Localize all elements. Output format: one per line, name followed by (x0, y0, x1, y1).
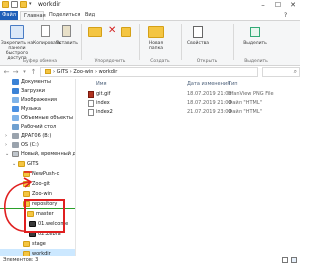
new-folder-button[interactable]: Новая папка (141, 41, 171, 51)
pin-label: Закрепить на панели (0, 41, 34, 51)
select-icon[interactable] (250, 27, 260, 37)
minimize-button[interactable]: – (256, 0, 270, 10)
pin-icon[interactable] (10, 25, 24, 39)
3d-objects-icon (12, 115, 19, 121)
up-arrow-icon[interactable]: ↑ (29, 68, 38, 77)
nav-item-stage[interactable]: stage (0, 239, 75, 249)
new-folder-quick-icon[interactable] (20, 1, 27, 9)
delete-icon[interactable]: ✕ (108, 25, 116, 37)
create-group-label: Создать (150, 59, 170, 64)
ribbon-tabs: Файл Главная Поделиться Вид ? (0, 11, 300, 20)
details-view-icon[interactable] (282, 257, 288, 263)
paste-button[interactable]: Вставить (56, 41, 78, 46)
window-title: workdir (38, 1, 61, 8)
address-separator: › (69, 69, 72, 75)
file-name: index (96, 100, 110, 106)
properties-icon[interactable] (193, 26, 203, 38)
customize-toolbar-icon[interactable]: ▾ (29, 1, 36, 9)
ribbon-separator (181, 24, 182, 60)
organize-group-label: Упорядочить (94, 59, 126, 64)
status-bar: Элементов: 3 (0, 256, 300, 265)
gif-file-icon (88, 91, 94, 98)
file-list: Имя Дата изменения Тип git.gif 18.07.201… (76, 79, 300, 256)
file-type: Файл "HTML" (228, 109, 262, 115)
new-folder-label-2: папка (148, 46, 164, 51)
file-date: 18.07.2019 21:09 (187, 100, 232, 106)
nav-item-drive-e[interactable]: ⌄ Новый, временный диск (E:) (0, 149, 75, 159)
breadcrumb-zoo-win[interactable]: Zoo-win (73, 69, 93, 75)
file-name: git.gif (96, 91, 111, 97)
collapse-chevron-icon[interactable]: ⌄ (5, 149, 9, 159)
ribbon: Закрепить на панели быстрого доступа Коп… (0, 20, 300, 66)
folder-icon (2, 1, 9, 9)
search-icon: ⌕ (293, 68, 297, 75)
pin-to-quick-access-button[interactable]: Закрепить на панели быстрого доступа (0, 41, 34, 61)
properties-button[interactable]: Свойства (183, 41, 213, 46)
file-row[interactable]: git.gif 18.07.2019 21:08 IrfanView PNG F… (76, 90, 300, 99)
tab-view[interactable]: Вид (82, 11, 98, 20)
ribbon-separator (139, 24, 140, 60)
open-group-label: Открыть (196, 59, 218, 64)
folder-icon (45, 69, 51, 74)
file-type: Файл "HTML" (228, 100, 262, 106)
copy-icon[interactable] (41, 25, 50, 37)
html-file-icon (88, 109, 94, 116)
address-field[interactable]: › GITS › Zoo-win › workdir (40, 67, 258, 77)
select-button[interactable]: Выделить (238, 41, 272, 46)
breadcrumb-gits[interactable]: GITS (57, 69, 69, 75)
ribbon-separator (81, 24, 82, 60)
breadcrumb-workdir[interactable]: workdir (99, 69, 118, 75)
nav-item-gits[interactable]: ⌄ GITS (0, 159, 75, 169)
help-icon[interactable]: ? (281, 11, 290, 20)
drive-icon (12, 142, 19, 148)
disk-icon (12, 151, 19, 157)
forward-arrow-icon[interactable]: → (11, 68, 20, 77)
rename-icon[interactable] (121, 27, 131, 37)
desktop-icon (12, 124, 19, 130)
move-to-icon[interactable] (88, 27, 102, 37)
title-bar: ▾ workdir – ☐ ✕ (0, 0, 300, 11)
item-count: Элементов: 3 (3, 257, 39, 263)
maximize-button[interactable]: ☐ (271, 0, 285, 10)
nav-item-workdir[interactable]: workdir (0, 249, 75, 256)
tab-share[interactable]: Поделиться (46, 11, 83, 20)
ribbon-separator (233, 24, 234, 60)
new-folder-icon[interactable] (148, 26, 164, 38)
file-type: IrfanView PNG File (228, 91, 274, 97)
file-date: 18.07.2019 21:08 (187, 91, 232, 97)
tab-home[interactable]: Главная (20, 11, 46, 20)
paste-icon[interactable] (62, 25, 71, 37)
address-separator: › (95, 69, 98, 75)
drive-icon (12, 133, 19, 139)
html-file-icon (88, 100, 94, 107)
folder-icon (18, 161, 25, 167)
address-separator: › (53, 69, 55, 75)
column-header-name[interactable]: Имя (96, 79, 107, 89)
pictures-icon (12, 97, 19, 103)
recent-dropdown-icon[interactable]: ▾ (20, 68, 29, 77)
search-input[interactable]: ⌕ (262, 67, 300, 77)
file-row[interactable]: index 18.07.2019 21:09 Файл "HTML" (76, 99, 300, 108)
address-bar: ← → ▾ ↑ › GITS › Zoo-win › workdir ⌕ (0, 67, 300, 78)
file-row[interactable]: index2 21.07.2019 23:09 Файл "HTML" (76, 108, 300, 117)
column-header-type[interactable]: Тип (228, 79, 238, 89)
music-icon (12, 106, 19, 112)
properties-quick-icon[interactable] (11, 1, 18, 9)
folder-icon (23, 241, 30, 247)
downloads-icon (12, 88, 19, 94)
column-header-date[interactable]: Дата изменения (187, 79, 230, 89)
annotation-arrow (4, 171, 33, 232)
file-name: index2 (96, 109, 113, 115)
tab-file[interactable]: Файл (0, 11, 18, 20)
clipboard-group-label: Буфер обмена (22, 59, 58, 64)
file-date: 21.07.2019 23:09 (187, 109, 232, 115)
close-button[interactable]: ✕ (286, 0, 300, 10)
select-group-label: Выделить (244, 59, 268, 64)
collapse-chevron-icon[interactable]: ⌄ (12, 159, 16, 169)
back-arrow-icon[interactable]: ← (2, 68, 11, 77)
documents-icon (12, 79, 19, 85)
large-icons-view-icon[interactable] (291, 257, 297, 263)
